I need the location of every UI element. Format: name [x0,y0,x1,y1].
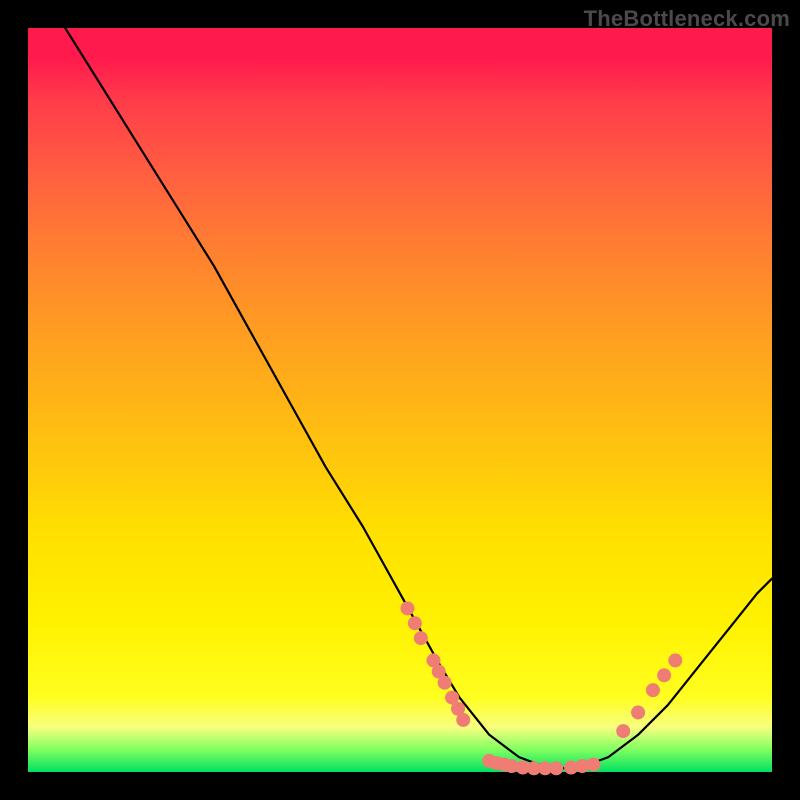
data-dot [438,676,452,690]
data-dot [400,601,414,615]
data-dot [586,758,600,772]
data-dot [668,653,682,667]
data-dot [408,616,422,630]
chart-plot-area [28,28,772,772]
data-dot [616,724,630,738]
data-dot [646,683,660,697]
chart-svg [28,28,772,772]
data-dot [549,761,563,775]
data-dot [631,705,645,719]
data-dot [657,668,671,682]
data-dots-group [400,601,682,775]
bottleneck-curve [65,28,772,768]
data-dot [414,631,428,645]
watermark-text: TheBottleneck.com [584,6,790,32]
data-dot [456,713,470,727]
